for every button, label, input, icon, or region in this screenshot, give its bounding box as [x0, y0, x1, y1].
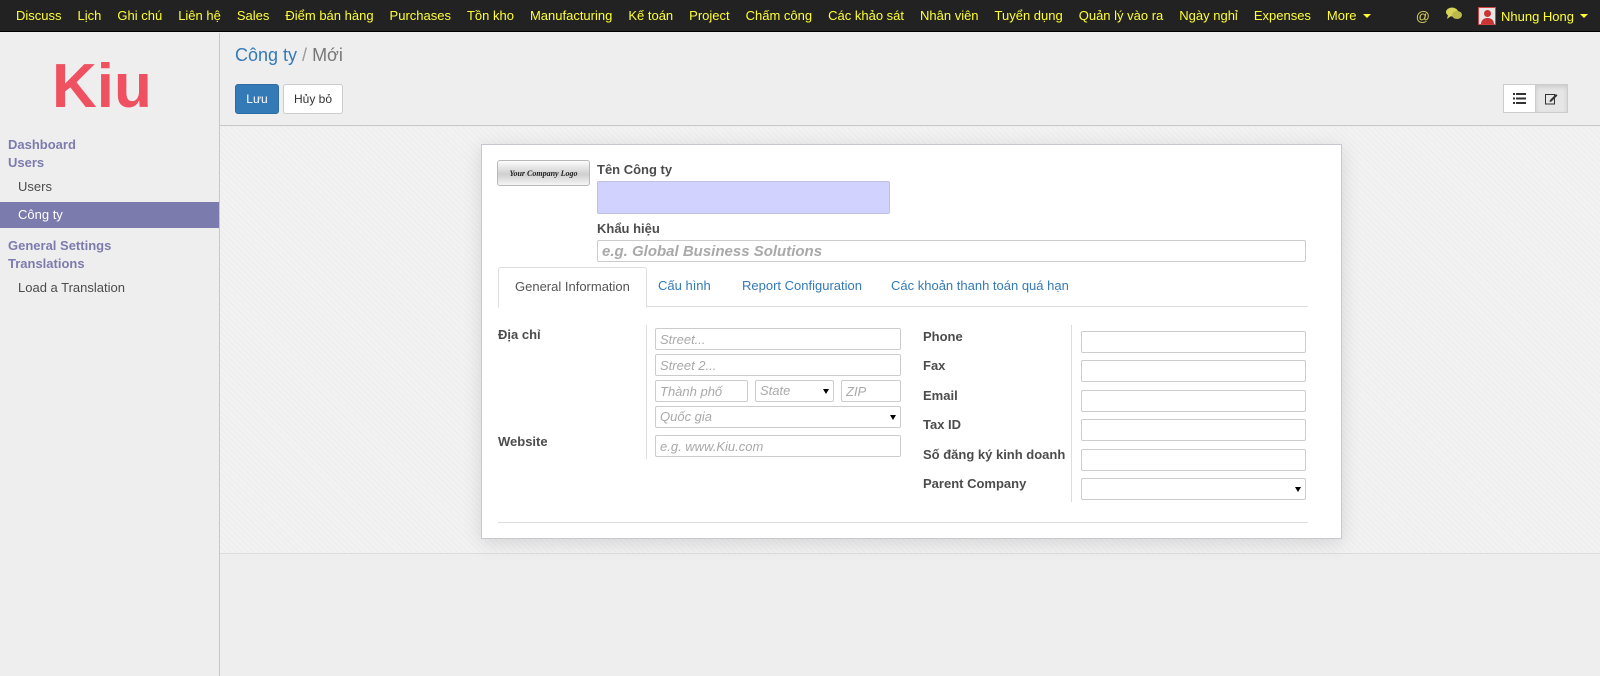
website-label: Website	[498, 434, 548, 449]
systray: @ Nhung Hong	[1408, 0, 1600, 32]
menu-more-label: More	[1326, 7, 1357, 23]
country-select[interactable]: Quốc gia	[655, 406, 901, 428]
phone-label: Phone	[923, 329, 963, 344]
app-menu: Discuss Lịch Ghi chú Liên hệ Sales Điểm …	[0, 0, 1379, 32]
caret-down-icon	[1580, 14, 1588, 18]
address-label: Địa chỉ	[498, 327, 541, 342]
email-label: Email	[923, 388, 958, 403]
menu-purchases[interactable]: Purchases	[382, 0, 459, 32]
caret-down-icon	[1362, 13, 1371, 18]
field-separator	[1071, 325, 1072, 502]
menu-attendance[interactable]: Quản lý vào ra	[1071, 0, 1172, 32]
sidebar-item-users[interactable]: Users	[0, 174, 219, 200]
discard-button[interactable]: Hủy bỏ	[283, 84, 343, 114]
user-name: Nhung Hong	[1501, 8, 1574, 24]
city-input[interactable]	[655, 380, 748, 402]
kiu-logo[interactable]: Kiu	[52, 55, 172, 115]
menu-expenses[interactable]: Expenses	[1246, 0, 1319, 32]
menu-sales[interactable]: Sales	[229, 0, 278, 32]
state-select[interactable]: State	[755, 380, 834, 402]
sidebar-item-load-translation[interactable]: Load a Translation	[0, 275, 219, 301]
fax-input[interactable]	[1081, 360, 1306, 382]
caret-down-icon	[1295, 487, 1301, 492]
fax-label: Fax	[923, 358, 946, 373]
view-switcher	[1503, 84, 1568, 113]
list-icon	[1513, 93, 1526, 104]
menu-employees[interactable]: Nhân viên	[912, 0, 987, 32]
breadcrumb: Công ty / Mới	[235, 45, 343, 66]
tab-report-configuration[interactable]: Report Configuration	[726, 267, 878, 307]
sheet-divider	[498, 522, 1308, 523]
user-menu[interactable]: Nhung Hong	[1470, 7, 1600, 25]
parent-company-label: Parent Company	[923, 476, 1027, 491]
menu-point-of-sale[interactable]: Điểm bán hàng	[277, 0, 381, 32]
tab-general-information[interactable]: General Information	[498, 267, 647, 308]
menu-contacts[interactable]: Liên hệ	[170, 0, 229, 32]
breadcrumb-current: Mới	[312, 45, 343, 65]
company-logo-image[interactable]: Your Company Logo	[497, 160, 590, 186]
menu-discuss[interactable]: Discuss	[8, 0, 70, 32]
form-view: Your Company Logo Tên Công ty Khẩu hiệu …	[220, 127, 1600, 554]
menu-recruitment[interactable]: Tuyển dụng	[987, 0, 1071, 32]
parent-company-select[interactable]	[1081, 478, 1306, 500]
tax-id-input[interactable]	[1081, 419, 1306, 441]
menu-more[interactable]: More	[1319, 0, 1379, 32]
menu-surveys[interactable]: Các khảo sát	[820, 0, 912, 32]
svg-text:Kiu: Kiu	[52, 55, 152, 115]
tab-overdue-payments[interactable]: Các khoản thanh toán quá hạn	[875, 267, 1085, 307]
menu-notes[interactable]: Ghi chú	[109, 0, 170, 32]
menu-accounting[interactable]: Kế toán	[620, 0, 681, 32]
state-select-placeholder: State	[760, 383, 791, 398]
form-sheet: Your Company Logo Tên Công ty Khẩu hiệu …	[481, 144, 1342, 539]
slogan-label: Khẩu hiệu	[597, 221, 660, 236]
phone-input[interactable]	[1081, 331, 1306, 353]
sidebar-section-general-settings[interactable]: General Settings	[8, 237, 111, 255]
menu-inventory[interactable]: Tồn kho	[459, 0, 522, 32]
street-input[interactable]	[655, 328, 901, 350]
tax-id-label: Tax ID	[923, 417, 962, 432]
form-view-button[interactable]	[1535, 84, 1568, 113]
company-registry-label: Số đăng ký kinh doanh	[923, 447, 1066, 462]
email-input[interactable]	[1081, 390, 1306, 412]
menu-leaves[interactable]: Ngày nghỉ	[1171, 0, 1246, 32]
list-view-button[interactable]	[1503, 84, 1536, 113]
website-input[interactable]	[655, 435, 901, 457]
slogan-input[interactable]	[597, 240, 1306, 262]
menu-manufacturing[interactable]: Manufacturing	[522, 0, 620, 32]
top-menu-bar: Discuss Lịch Ghi chú Liên hệ Sales Điểm …	[0, 0, 1600, 32]
sidebar-section-users[interactable]: Users	[8, 154, 44, 172]
company-logo-text: Your Company Logo	[509, 168, 578, 178]
field-separator	[646, 325, 647, 459]
menu-calendar[interactable]: Lịch	[70, 0, 110, 32]
breadcrumb-separator: /	[302, 45, 308, 65]
company-name-label: Tên Công ty	[597, 162, 673, 177]
menu-timesheets[interactable]: Chấm công	[738, 0, 820, 32]
zip-input[interactable]	[841, 380, 901, 402]
caret-down-icon	[890, 415, 896, 420]
menu-project[interactable]: Project	[681, 0, 737, 32]
form-tabs: General Information Cấu hình Report Conf…	[498, 267, 1308, 308]
at-sign-icon[interactable]: @	[1408, 0, 1438, 32]
sidebar-section-dashboard[interactable]: Dashboard	[8, 136, 76, 154]
edit-icon	[1545, 94, 1558, 105]
sidebar: Kiu Dashboard Users Users Công ty Genera…	[0, 33, 220, 676]
tab-configuration[interactable]: Cấu hình	[642, 267, 727, 307]
caret-down-icon	[823, 389, 829, 394]
sidebar-item-companies[interactable]: Công ty	[0, 202, 219, 228]
main-content: Công ty / Mới Lưu Hủy bỏ Your Company Logo…	[220, 33, 1600, 676]
company-name-input[interactable]	[597, 181, 890, 214]
control-panel: Công ty / Mới Lưu Hủy bỏ	[220, 33, 1600, 126]
avatar	[1478, 7, 1496, 25]
breadcrumb-companies[interactable]: Công ty	[235, 45, 297, 65]
save-button[interactable]: Lưu	[235, 84, 279, 114]
chat-icon[interactable]	[1438, 0, 1470, 32]
country-select-placeholder: Quốc gia	[660, 409, 713, 424]
company-registry-input[interactable]	[1081, 449, 1306, 471]
sidebar-section-translations[interactable]: Translations	[8, 255, 85, 273]
street2-input[interactable]	[655, 354, 901, 376]
